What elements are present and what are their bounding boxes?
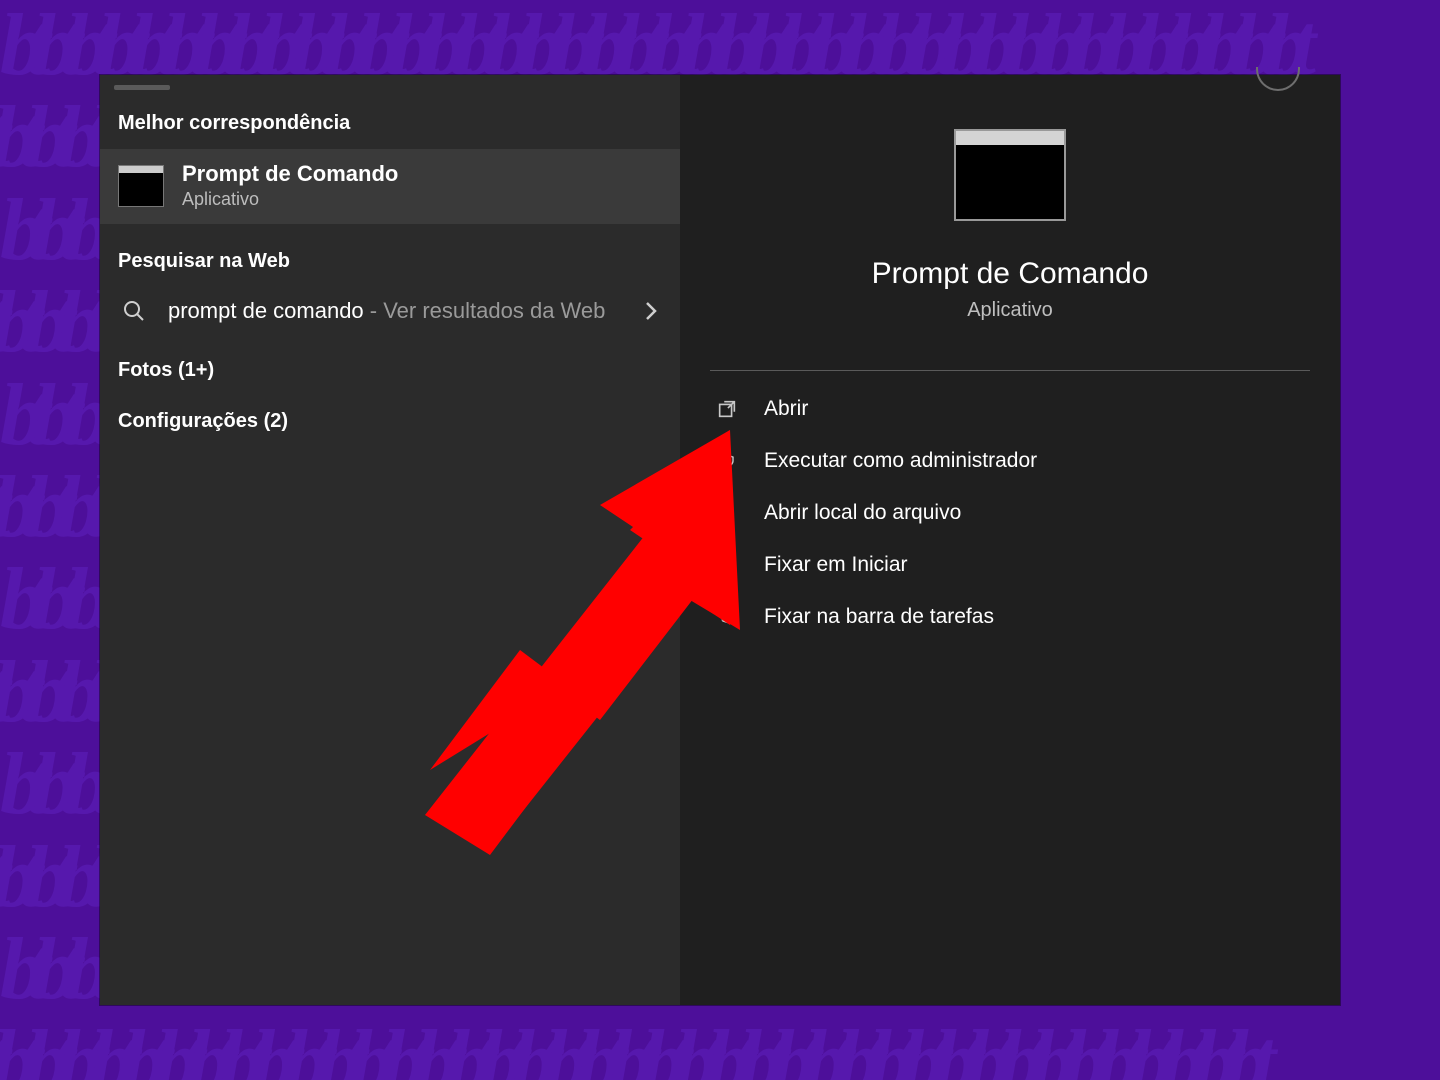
best-match-item[interactable]: Prompt de Comando Aplicativo <box>100 149 680 224</box>
category-settings[interactable]: Configurações (2) <box>100 386 680 437</box>
action-open[interactable]: Abrir <box>704 383 1316 435</box>
open-icon <box>716 398 738 420</box>
action-run-admin[interactable]: Executar como administrador <box>704 435 1316 487</box>
pin-icon <box>716 554 738 576</box>
best-match-text: Prompt de Comando Aplicativo <box>182 161 398 210</box>
divider <box>710 370 1310 371</box>
action-open-label: Abrir <box>764 397 808 421</box>
web-search-label: Pesquisar na Web <box>100 224 680 295</box>
details-column: Prompt de Comando Aplicativo Abrir Execu… <box>680 75 1340 1005</box>
category-photos[interactable]: Fotos (1+) <box>100 335 680 386</box>
search-icon <box>122 299 146 323</box>
best-match-subtitle: Aplicativo <box>182 189 398 210</box>
action-open-location[interactable]: Abrir local do arquivo <box>704 487 1316 539</box>
web-search-text: prompt de comando - Ver resultados da We… <box>168 295 620 327</box>
pin-icon <box>716 606 738 628</box>
folder-location-icon <box>716 502 738 524</box>
command-prompt-large-icon <box>954 129 1066 221</box>
drag-handle <box>114 85 170 90</box>
details-hero: Prompt de Comando Aplicativo <box>680 75 1340 322</box>
action-pin-taskbar-label: Fixar na barra de tarefas <box>764 605 994 629</box>
best-match-title: Prompt de Comando <box>182 161 398 187</box>
start-search-panel: Melhor correspondência Prompt de Comando… <box>100 75 1340 1005</box>
details-actions: Abrir Executar como administrador Abrir … <box>680 383 1340 643</box>
details-subtitle: Aplicativo <box>967 299 1053 322</box>
action-pin-start-label: Fixar em Iniciar <box>764 553 908 577</box>
details-title: Prompt de Comando <box>872 257 1149 291</box>
search-results-column: Melhor correspondência Prompt de Comando… <box>100 75 680 1005</box>
best-match-label: Melhor correspondência <box>100 104 680 149</box>
action-open-location-label: Abrir local do arquivo <box>764 501 961 525</box>
web-search-suffix: - Ver resultados da Web <box>364 298 606 323</box>
chevron-right-icon <box>642 297 660 325</box>
action-pin-taskbar[interactable]: Fixar na barra de tarefas <box>704 591 1316 643</box>
action-run-admin-label: Executar como administrador <box>764 449 1037 473</box>
command-prompt-icon <box>118 165 164 207</box>
web-search-result[interactable]: prompt de comando - Ver resultados da We… <box>100 295 680 335</box>
shield-admin-icon <box>716 450 738 472</box>
action-pin-start[interactable]: Fixar em Iniciar <box>704 539 1316 591</box>
web-search-query: prompt de comando <box>168 298 364 323</box>
